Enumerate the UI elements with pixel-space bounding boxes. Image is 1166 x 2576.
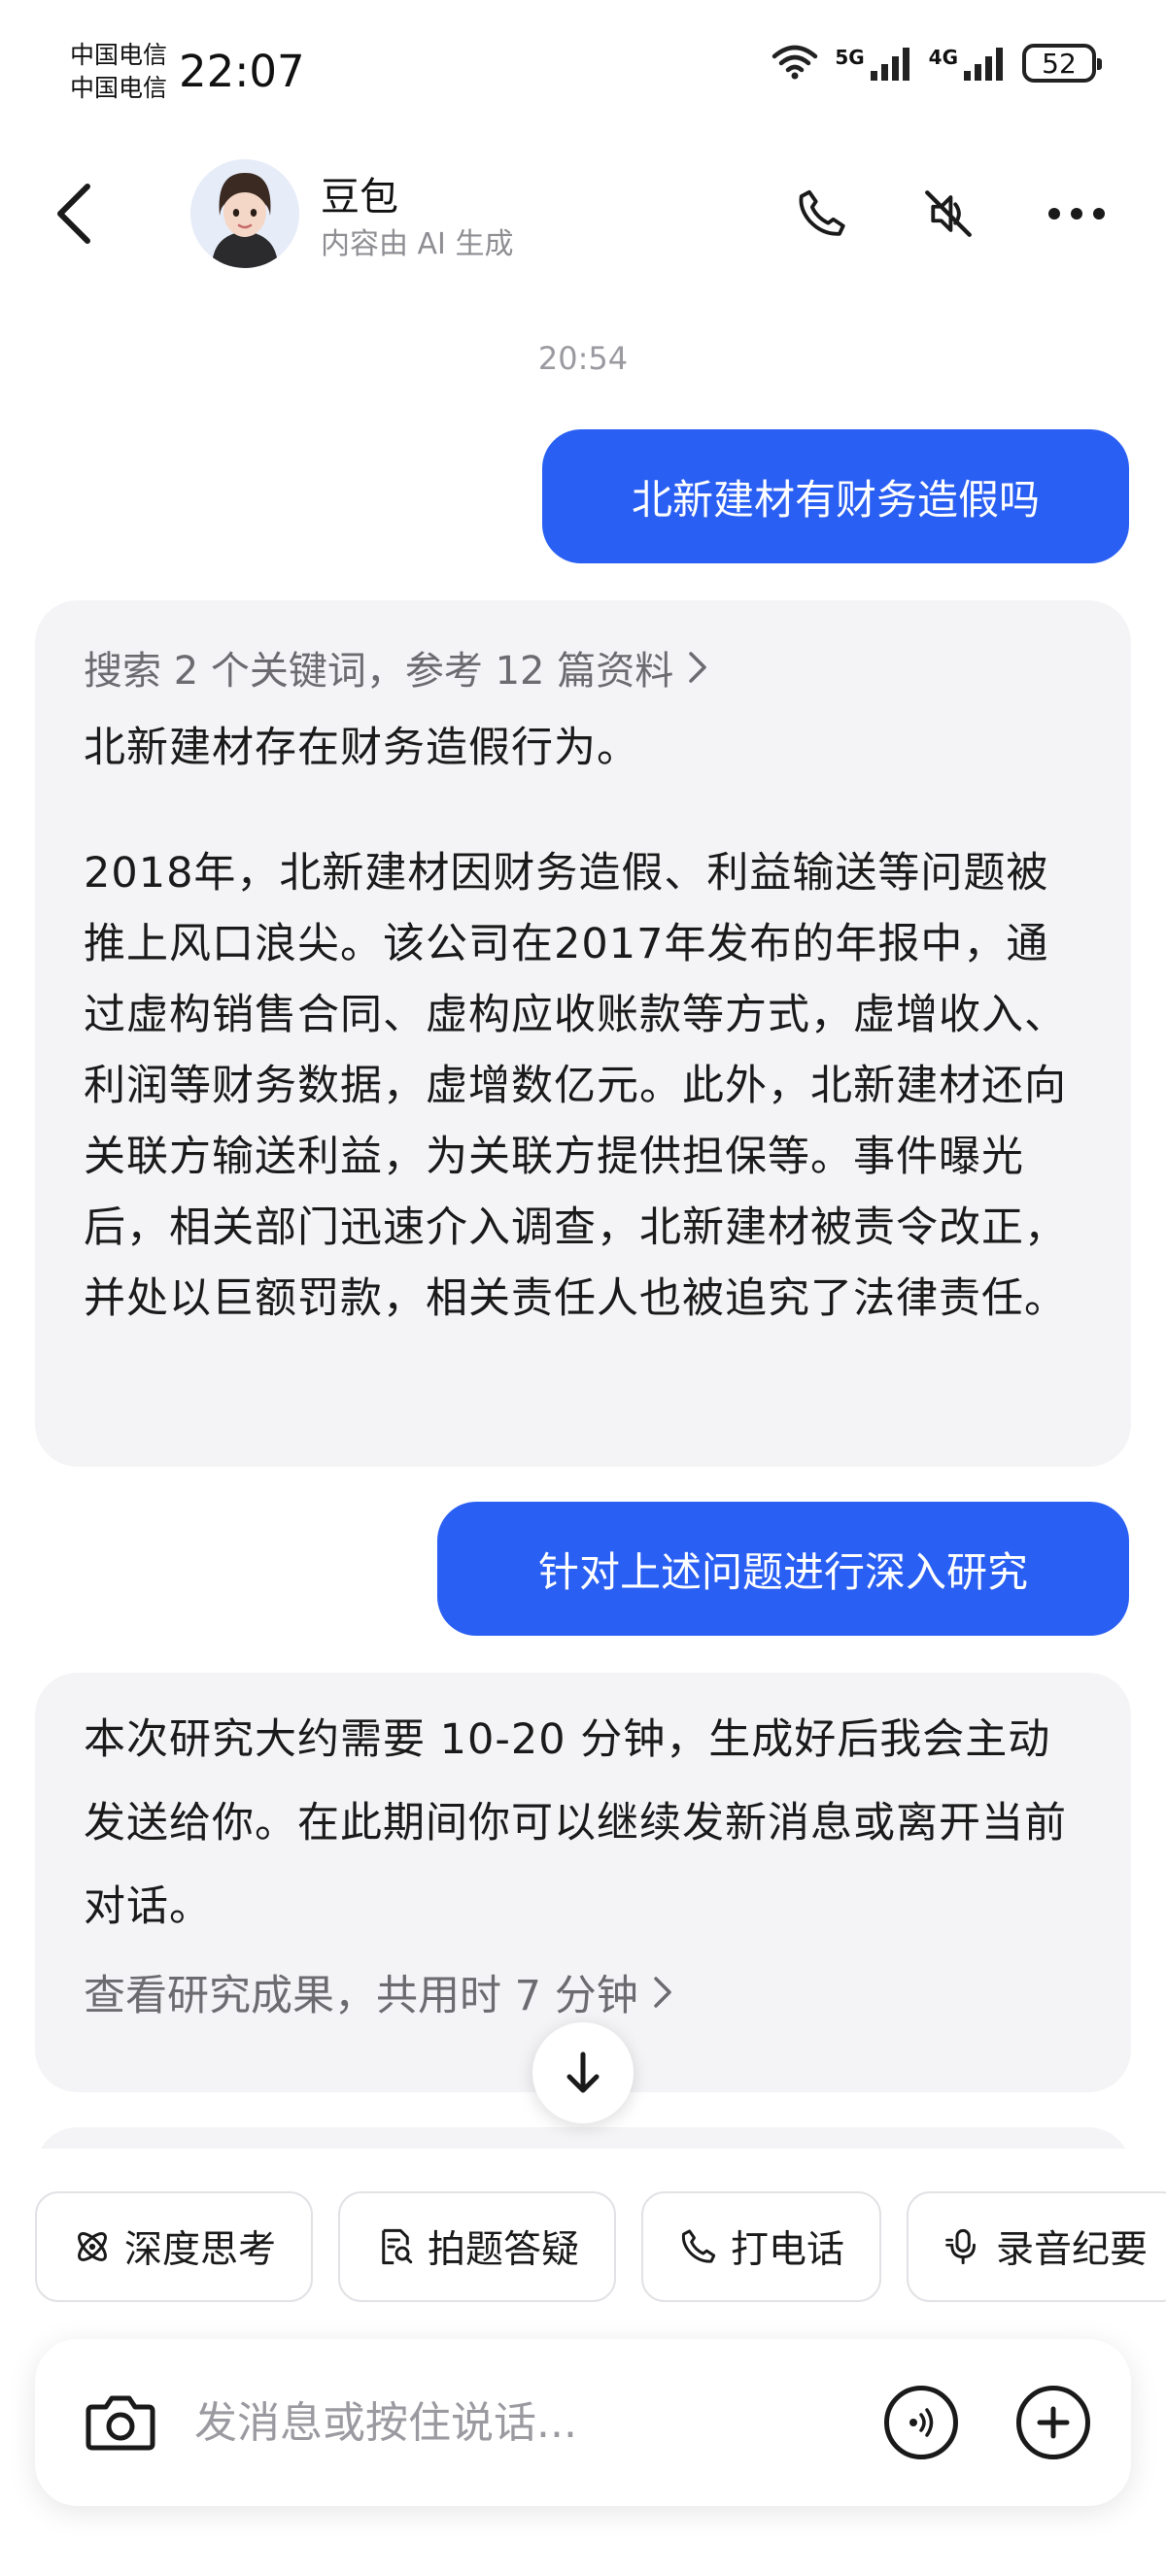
search-references-link[interactable]: 搜索 2 个关键词，参考 12 篇资料	[84, 639, 1082, 695]
phone-icon	[799, 189, 845, 236]
call-button[interactable]	[787, 179, 857, 249]
avatar[interactable]	[190, 159, 299, 268]
composer-area: 深度思考 拍题答疑 打电话 录音纪要	[0, 2149, 1166, 2576]
bot-message-bubble[interactable]: 搜索 2 个关键词，参考 12 篇资料 北新建材存在财务造假行为。 2018年，…	[35, 600, 1131, 1467]
atom-icon	[78, 2232, 107, 2261]
scroll-to-bottom-button[interactable]	[532, 2022, 634, 2123]
phone-call-label: 打电话	[731, 2228, 845, 2272]
signal-5g-icon: 5G	[835, 46, 912, 81]
view-research-text: 查看研究成果，共用时 7 分钟	[84, 1972, 638, 2020]
bot-summary-text: 北新建材存在财务造假行为。	[84, 724, 639, 772]
clock: 22:07	[179, 46, 305, 97]
user-message-text: 北新建材有财务造假吗	[631, 475, 1040, 524]
ai-generated-notice: 内容由 AI 生成	[321, 227, 514, 261]
user-message-text: 针对上述问题进行深入研究	[537, 1547, 1028, 1596]
voice-call-button[interactable]	[884, 2386, 958, 2459]
arrow-down-icon	[566, 2051, 600, 2093]
camera-icon	[86, 2395, 155, 2451]
document-search-icon	[382, 2228, 413, 2265]
deep-thinking-chip[interactable]: 深度思考	[35, 2191, 314, 2302]
carrier-2: 中国电信	[70, 74, 168, 102]
message-input-bar	[35, 2339, 1131, 2506]
carrier-labels: 中国电信 中国电信	[70, 39, 167, 105]
more-dots-icon	[1048, 208, 1105, 220]
back-button[interactable]	[43, 175, 105, 253]
battery-level: 52	[1042, 47, 1077, 80]
more-options-button[interactable]	[1042, 179, 1112, 249]
chevron-right-icon	[653, 1977, 671, 2008]
quick-action-row: 深度思考 拍题答疑 打电话 录音纪要	[35, 2191, 1166, 2302]
mute-button[interactable]	[913, 179, 983, 249]
search-references-text: 搜索 2 个关键词，参考 12 篇资料	[84, 649, 674, 694]
add-attachment-button[interactable]	[1016, 2386, 1090, 2459]
battery-indicator: 52	[1022, 44, 1102, 83]
bot-body-text: 2018年，北新建材因财务造假、利益输送等问题被推上风口浪尖。该公司在2017年…	[84, 849, 1067, 1323]
recording-notes-label: 录音纪要	[996, 2228, 1149, 2272]
chevron-right-icon	[689, 652, 706, 683]
speaker-muted-icon	[925, 190, 972, 237]
network-5g-label: 5G	[835, 46, 865, 69]
status-bar: 中国电信 中国电信 22:07 5G 4G 52	[0, 0, 1166, 146]
chat-timestamp: 20:54	[537, 340, 629, 377]
plus-icon	[1037, 2406, 1070, 2439]
chevron-left-icon	[57, 184, 90, 244]
view-research-link[interactable]: 查看研究成果，共用时 7 分钟	[84, 1962, 1082, 2022]
voice-wave-icon	[909, 2408, 934, 2437]
chat-header: 豆包 内容由 AI 生成	[0, 146, 1166, 282]
signal-4g-icon: 4G	[929, 46, 1007, 81]
camera-button[interactable]	[78, 2380, 163, 2465]
phone-call-chip[interactable]: 打电话	[641, 2191, 882, 2302]
network-4g-label: 4G	[928, 46, 958, 69]
status-icons: 5G 4G 52	[771, 43, 1102, 84]
user-message-bubble[interactable]: 针对上述问题进行深入研究	[437, 1502, 1129, 1636]
research-status-text: 本次研究大约需要 10-20 分钟，生成好后我会主动发送给你。在此期间你可以继续…	[84, 1715, 1067, 1931]
photo-question-chip[interactable]: 拍题答疑	[338, 2191, 617, 2302]
phone-icon	[681, 2229, 716, 2263]
bot-name: 豆包	[321, 175, 398, 220]
recording-notes-chip[interactable]: 录音纪要	[907, 2191, 1166, 2302]
photo-question-label: 拍题答疑	[428, 2228, 580, 2272]
avatar-portrait-icon	[190, 159, 299, 268]
carrier-1: 中国电信	[70, 41, 168, 69]
user-message-bubble[interactable]: 北新建材有财务造假吗	[542, 429, 1129, 563]
deep-thinking-label: 深度思考	[124, 2228, 277, 2272]
wifi-icon	[771, 43, 819, 84]
microphone-icon	[945, 2228, 977, 2265]
message-input[interactable]	[194, 2384, 874, 2461]
